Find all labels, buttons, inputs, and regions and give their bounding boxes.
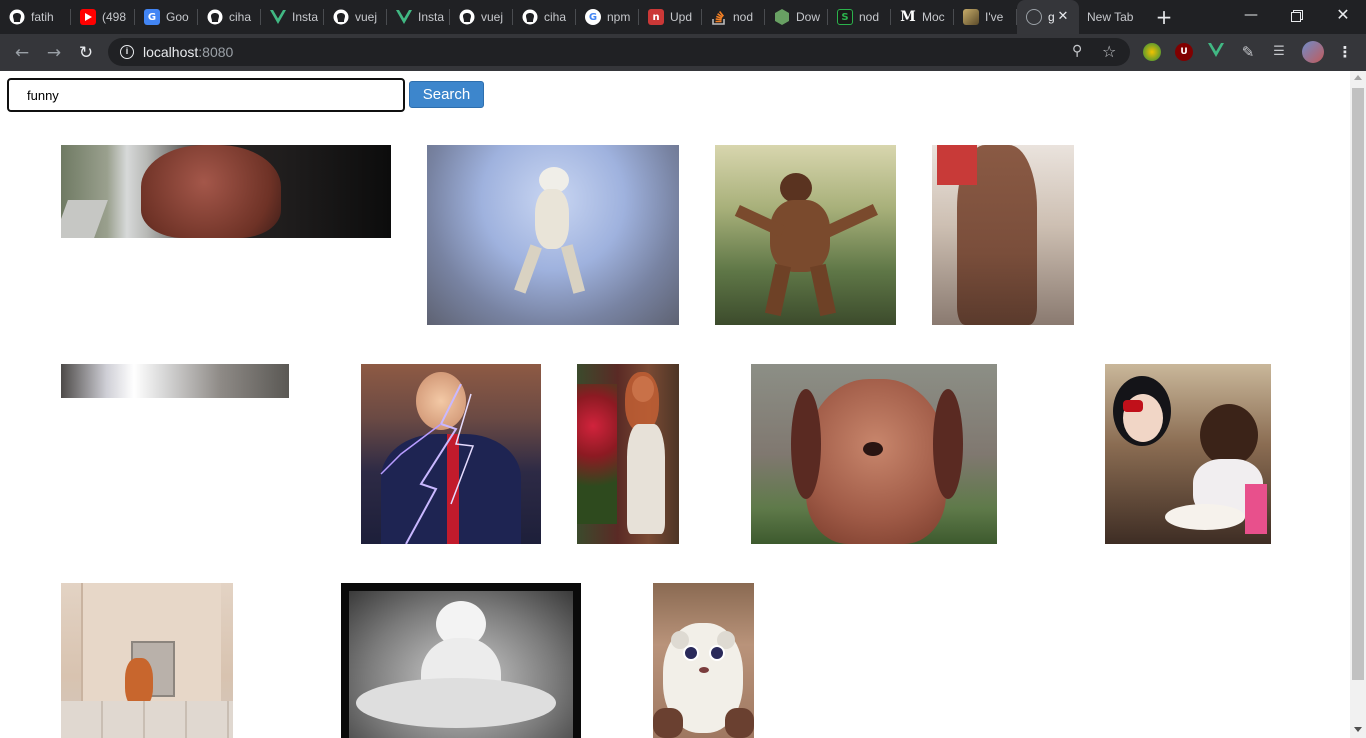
tab-label: (498 — [102, 10, 127, 24]
tab-label: Insta — [418, 10, 445, 24]
gif-smiling-dog[interactable] — [751, 364, 997, 544]
medium-icon: M — [900, 9, 916, 25]
tab-label: I've — [985, 10, 1004, 24]
github-icon — [333, 9, 349, 25]
forward-arrow-icon[interactable]: → — [41, 40, 67, 66]
tab-js-nod[interactable]: S nod — [828, 0, 891, 34]
npm-icon: n — [648, 9, 664, 25]
globe-icon — [1026, 9, 1042, 25]
gif-dog-in-car[interactable] — [61, 145, 391, 238]
tab-github-ciha[interactable]: ciha — [198, 0, 261, 34]
stackoverflow-icon — [711, 9, 727, 25]
restore-icon[interactable] — [1274, 0, 1320, 32]
tab-image-ive[interactable]: I've — [954, 0, 1017, 34]
js-icon: S — [837, 9, 853, 25]
tab-label: Insta — [292, 10, 319, 24]
youtube-icon — [80, 9, 96, 25]
reload-icon[interactable]: ↻ — [73, 40, 99, 66]
vue-icon — [270, 9, 286, 25]
tab-github-vuej-2[interactable]: vuej — [450, 0, 513, 34]
gif-woman-with-roses[interactable] — [577, 364, 679, 544]
minimize-icon[interactable]: — — [1228, 0, 1274, 32]
gif-dancing-orangutan[interactable] — [715, 145, 896, 325]
google-icon: G — [585, 9, 601, 25]
extensions-puzzle-icon[interactable]: ✎ — [1239, 43, 1257, 61]
address-bar[interactable]: i localhost:8080 ⚲ ☆ — [108, 38, 1130, 66]
tab-github-ciha-2[interactable]: ciha — [513, 0, 576, 34]
tab-label: Dow — [796, 10, 821, 24]
tab-label: nod — [859, 10, 880, 24]
nodejs-icon — [774, 9, 790, 25]
browser-toolbar: ← → ↻ i localhost:8080 ⚲ ☆ U ✎ ☰ ⋮ — [0, 34, 1366, 71]
tab-label: npm — [607, 10, 631, 24]
gif-bright-room[interactable] — [61, 364, 289, 398]
vertical-scrollbar[interactable] — [1350, 71, 1366, 738]
extension-globe-icon[interactable] — [1143, 43, 1161, 61]
github-icon — [459, 9, 475, 25]
tab-label: Moc — [922, 10, 945, 24]
tab-label: ciha — [544, 10, 567, 24]
scroll-down-icon[interactable] — [1354, 727, 1362, 732]
github-icon — [9, 9, 25, 25]
tab-github-vuej[interactable]: vuej — [324, 0, 387, 34]
search-input[interactable] — [7, 78, 405, 112]
github-icon — [522, 9, 538, 25]
zoom-icon[interactable]: ⚲ — [1072, 43, 1090, 61]
tab-label: vuej — [355, 10, 378, 24]
gif-princess-and-child[interactable] — [1105, 364, 1271, 544]
tab-label: ciha — [229, 10, 252, 24]
tab-youtube[interactable]: (498 — [71, 0, 135, 34]
tab-medium-moc[interactable]: M Moc — [891, 0, 954, 34]
tab-label: Goo — [166, 10, 189, 24]
back-arrow-icon[interactable]: ← — [9, 40, 35, 66]
gif-cat-in-cat-door[interactable] — [61, 583, 233, 738]
media-queue-icon[interactable]: ☰ — [1270, 43, 1288, 61]
scroll-up-icon[interactable] — [1354, 75, 1362, 80]
gif-dancing-person[interactable] — [932, 145, 1074, 325]
site-info-icon[interactable]: i — [120, 45, 134, 59]
search-button[interactable]: Search — [409, 81, 484, 108]
tab-google-translate[interactable]: G Goo — [135, 0, 198, 34]
menu-kebab-icon[interactable]: ⋮ — [1336, 43, 1354, 61]
scrollbar-thumb[interactable] — [1352, 88, 1364, 680]
vue-devtools-icon[interactable] — [1207, 43, 1225, 61]
tab-npm-upd[interactable]: n Upd — [639, 0, 702, 34]
tab-github-fatih[interactable]: fatih — [0, 0, 71, 34]
google-translate-icon: G — [144, 9, 160, 25]
tab-label: nod — [733, 10, 754, 24]
ublock-icon[interactable]: U — [1175, 43, 1193, 61]
image-icon — [963, 9, 979, 25]
address-url[interactable]: localhost:8080 — [143, 44, 233, 60]
tab-label: fatih — [31, 10, 54, 24]
new-tab-plus-icon[interactable]: + — [1152, 5, 1176, 29]
close-tab-icon[interactable]: ✕ — [1055, 9, 1071, 25]
tab-label: g — [1048, 10, 1055, 24]
tab-google-npm[interactable]: G npm — [576, 0, 639, 34]
tab-active[interactable]: g ✕ — [1017, 0, 1079, 34]
tab-nodejs-dow[interactable]: Dow — [765, 0, 828, 34]
profile-avatar[interactable] — [1302, 41, 1324, 63]
tab-strip: fatih (498 G Goo ciha Insta vuej Insta v… — [0, 0, 1366, 34]
close-window-icon[interactable]: ✕ — [1320, 0, 1366, 32]
gif-dancing-chihuahua[interactable] — [427, 145, 679, 325]
tab-label: New Tab — [1087, 10, 1134, 24]
gif-plush-toy[interactable] — [653, 583, 754, 738]
vue-icon — [396, 9, 412, 25]
tab-stackoverflow-nod[interactable]: nod — [702, 0, 765, 34]
tab-vue-insta-2[interactable]: Insta — [387, 0, 450, 34]
tab-label: Upd — [670, 10, 693, 24]
tab-vue-insta[interactable]: Insta — [261, 0, 324, 34]
gif-two-cats[interactable] — [341, 583, 581, 738]
github-icon — [207, 9, 223, 25]
tab-new-tab[interactable]: New Tab — [1079, 0, 1147, 34]
tab-label: vuej — [481, 10, 504, 24]
gif-lightning-man[interactable] — [361, 364, 541, 544]
page-viewport: Search — [0, 71, 1350, 738]
bookmark-star-icon[interactable]: ☆ — [1102, 42, 1120, 61]
